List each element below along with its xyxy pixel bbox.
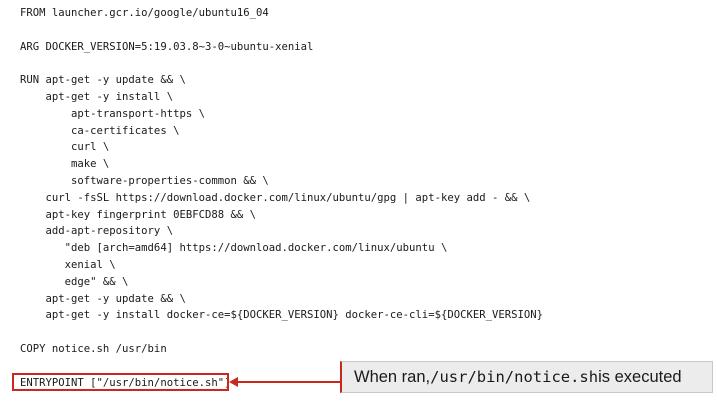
code-line-curl: curl \ bbox=[20, 141, 110, 154]
code-line-run: RUN apt-get -y update && \ bbox=[20, 74, 186, 87]
code-line-curl-gpg: curl -fsSL https://download.docker.com/l… bbox=[20, 191, 531, 204]
callout-prefix: When ran, bbox=[354, 367, 431, 386]
code-line-apt-transport: apt-transport-https \ bbox=[20, 107, 205, 120]
code-line-install-docker: apt-get -y install docker-ce=${DOCKER_VE… bbox=[20, 309, 544, 322]
code-line-copy: COPY notice.sh /usr/bin bbox=[20, 342, 167, 355]
code-line-update: apt-get -y update && \ bbox=[20, 292, 186, 305]
entrypoint-highlight-box bbox=[12, 373, 229, 391]
callout-connector-line bbox=[236, 381, 340, 383]
code-line-add-repository: add-apt-repository \ bbox=[20, 225, 174, 238]
code-line-arg: ARG DOCKER_VERSION=5:19.03.8~3-0~ubuntu-… bbox=[20, 40, 314, 53]
callout-suffix: is executed bbox=[598, 367, 682, 386]
dockerfile-code: FROM launcher.gcr.io/google/ubuntu16_04 A… bbox=[20, 5, 543, 391]
code-line-install: apt-get -y install \ bbox=[20, 90, 174, 103]
code-line-ca-certificates: ca-certificates \ bbox=[20, 124, 180, 137]
code-line-edge: edge" && \ bbox=[20, 275, 129, 288]
code-line-make: make \ bbox=[20, 158, 110, 171]
callout-note: When ran, /usr/bin/notice.sh is executed bbox=[340, 361, 713, 393]
callout-path: /usr/bin/notice.sh bbox=[430, 368, 599, 386]
code-line-deb: "deb [arch=amd64] https://download.docke… bbox=[20, 242, 448, 255]
code-line-apt-key: apt-key fingerprint 0EBFCD88 && \ bbox=[20, 208, 257, 221]
code-line-software-properties: software-properties-common && \ bbox=[20, 174, 269, 187]
code-line-xenial: xenial \ bbox=[20, 258, 116, 271]
code-line-from: FROM launcher.gcr.io/google/ubuntu16_04 bbox=[20, 7, 269, 19]
